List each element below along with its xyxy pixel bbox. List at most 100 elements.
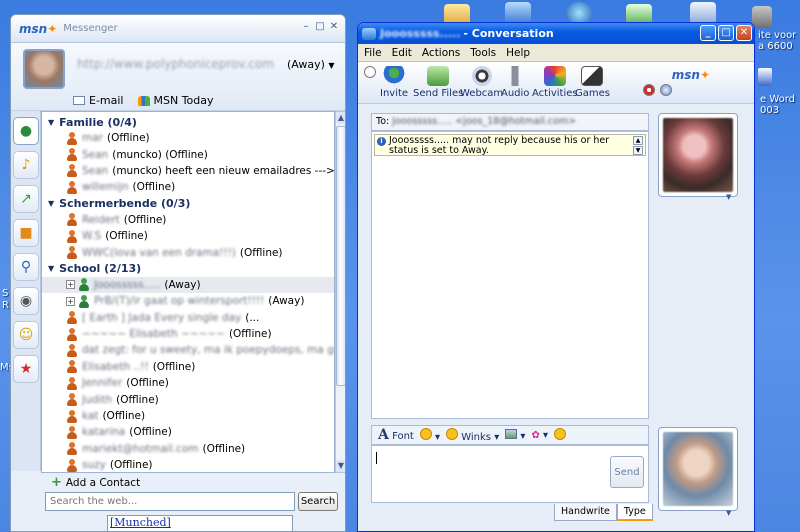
contact-item[interactable]: Sean (muncko) heeft een nieuw emailadres … xyxy=(42,163,334,179)
profile-display-name[interactable]: http://www.polyphoniceprov.com xyxy=(77,57,274,71)
scroll-thumb[interactable] xyxy=(336,126,345,386)
background-icon[interactable] xyxy=(660,84,672,96)
contact-item[interactable]: Judith (Offline) xyxy=(42,391,334,407)
notice-up-arrow-icon[interactable]: ▲ xyxy=(633,136,643,145)
contact-item[interactable]: + PrB/(T)/ir gaat op wintersport!!!! (Away… xyxy=(42,293,334,309)
notice-down-arrow-icon[interactable]: ▼ xyxy=(633,146,643,155)
contact-item[interactable]: suzy (Offline) xyxy=(42,457,334,472)
block-icon[interactable] xyxy=(643,84,655,96)
tab-stocks[interactable]: ↗ xyxy=(13,185,39,213)
close-button[interactable]: ✕ xyxy=(736,25,752,41)
contact-group-header[interactable]: ▼ School (2/13) xyxy=(42,261,334,277)
status-label: (Away) xyxy=(287,58,325,71)
group-title: School (2/13) xyxy=(59,262,142,276)
expand-plus-icon[interactable]: + xyxy=(66,280,75,290)
contact-item[interactable]: kat (Offline) xyxy=(42,408,334,424)
desktop-icon-5[interactable] xyxy=(690,2,716,24)
contact-item[interactable]: ~~~~~ Elisabeth ~~~~~ (Offline) xyxy=(42,326,334,342)
close-button[interactable]: ✕ xyxy=(329,22,339,32)
avatar[interactable] xyxy=(23,49,65,89)
nudge-button[interactable] xyxy=(554,427,567,443)
winks-button[interactable]: Winks ▾ xyxy=(446,427,499,443)
contact-item[interactable]: Jennifer (Offline) xyxy=(42,375,334,391)
tab-handwrite[interactable]: Handwrite xyxy=(554,504,617,521)
search-button[interactable]: Search xyxy=(298,492,338,511)
tab-favorites[interactable]: ★ xyxy=(13,355,39,383)
status-dropdown[interactable]: (Away) ▼ xyxy=(287,58,335,71)
desktop-icon-2[interactable] xyxy=(505,2,531,24)
scroll-up-button[interactable]: ▲ xyxy=(336,112,345,124)
send-button[interactable]: Send xyxy=(610,456,644,488)
msn-today-link[interactable]: MSN Today xyxy=(137,94,214,107)
webcam-button[interactable]: Webcam xyxy=(460,66,503,99)
own-picture-menu-icon[interactable]: ▼ xyxy=(726,509,731,517)
ad-link[interactable]: [Munched] xyxy=(108,516,171,529)
email-link[interactable]: E-mail xyxy=(73,94,124,107)
contact-item[interactable]: W.S (Offline) xyxy=(42,228,334,244)
toolbar-collapse-icon[interactable] xyxy=(364,66,376,78)
contact-item[interactable]: dat zegt: for u sweety, ma ik poepydoeps… xyxy=(42,342,334,358)
picture-icon xyxy=(505,428,518,439)
desktop-icon-3[interactable] xyxy=(566,2,592,24)
ad-banner[interactable]: [Munched] xyxy=(107,515,293,531)
maximize-button[interactable]: □ xyxy=(718,25,734,41)
tab-fun[interactable]: ☺ xyxy=(13,321,39,349)
font-button[interactable]: A Font xyxy=(378,427,414,443)
desktop-icon-6[interactable] xyxy=(752,6,772,28)
tab-movies[interactable]: ◉ xyxy=(13,287,39,315)
menu-actions[interactable]: Actions xyxy=(422,47,460,59)
activities-button[interactable]: Activities xyxy=(532,66,578,99)
contact-list-scrollbar[interactable]: ▲ ▼ xyxy=(335,111,345,473)
menu-tools[interactable]: Tools xyxy=(470,47,496,59)
games-button[interactable]: Games xyxy=(575,66,610,99)
tab-shopping[interactable]: ■ xyxy=(13,219,39,247)
format-toolbar: A Font ▾ Winks ▾ ▾ ✿ ▾ xyxy=(371,425,649,445)
contact-item[interactable]: Reidert (Offline) xyxy=(42,212,334,228)
contact-item[interactable]: WWC(lova van een drama!!!) (Offline) xyxy=(42,244,334,260)
menu-edit[interactable]: Edit xyxy=(392,47,412,59)
contact-item[interactable]: Elisabeth ..!! (Offline) xyxy=(42,359,334,375)
contact-item[interactable]: katarina (Offline) xyxy=(42,424,334,440)
message-input[interactable]: Send xyxy=(371,445,649,503)
contact-item[interactable]: [ Earth ] Jada Every single day (... xyxy=(42,310,334,326)
send-files-button[interactable]: Send Files xyxy=(413,66,463,99)
contact-group-header[interactable]: ▼ Schermerbende (0/3) xyxy=(42,196,334,212)
contact-item[interactable]: + Jooosssss..... (Away) xyxy=(42,276,334,294)
add-contact-link[interactable]: + Add a Contact xyxy=(51,475,140,490)
shopping-bag-icon: ■ xyxy=(19,225,33,241)
menu-help[interactable]: Help xyxy=(506,47,530,59)
minimize-button[interactable]: _ xyxy=(700,25,716,41)
own-display-picture[interactable] xyxy=(658,427,738,511)
tab-search[interactable]: ⚲ xyxy=(13,253,39,281)
menu-file[interactable]: File xyxy=(364,47,382,59)
contact-name: W.S xyxy=(82,230,102,243)
gift-button[interactable]: ✿ ▾ xyxy=(531,430,548,441)
word-desktop-icon[interactable] xyxy=(758,68,772,86)
background-picker-button[interactable]: ▾ xyxy=(505,428,525,442)
conversation-titlebar[interactable]: Jooosssss..... - Conversation _ □ ✕ xyxy=(358,23,754,44)
tab-type[interactable]: Type xyxy=(616,504,653,521)
contact-item[interactable]: willemijn (Offline) xyxy=(42,179,334,195)
audio-button[interactable]: Audio xyxy=(501,66,529,99)
minimize-button[interactable]: – xyxy=(301,22,311,32)
contact-name: Judith xyxy=(82,393,113,406)
search-input[interactable] xyxy=(45,492,295,511)
tab-contacts[interactable]: ● xyxy=(13,117,39,145)
expand-plus-icon[interactable]: + xyxy=(66,296,75,306)
conversation-transcript[interactable]: i Jooosssss..... may not reply because h… xyxy=(371,131,649,419)
contact-item[interactable]: mar (Offline) xyxy=(42,130,334,146)
maximize-button[interactable]: □ xyxy=(315,22,325,32)
contact-status: (Offline) xyxy=(102,410,146,423)
emoticon-button[interactable]: ▾ xyxy=(419,427,440,443)
contact-display-picture[interactable] xyxy=(658,113,738,197)
contact-group-header[interactable]: ▼ Familie (0/4) xyxy=(42,114,334,130)
invite-button[interactable]: Invite xyxy=(380,66,408,99)
buddy-icon xyxy=(66,327,78,341)
messenger-titlebar[interactable]: msn✦ Messenger – □ ✕ xyxy=(11,15,345,43)
contact-picture-menu-icon[interactable]: ▼ xyxy=(726,193,731,201)
contact-item[interactable]: Sean (muncko) (Offline) xyxy=(42,146,334,162)
buddy-icon xyxy=(66,131,78,145)
tab-alerts[interactable]: ♪ xyxy=(13,151,39,179)
scroll-down-button[interactable]: ▼ xyxy=(336,460,345,472)
contact-item[interactable]: mariekt@hotmail.com (Offline) xyxy=(42,441,334,457)
